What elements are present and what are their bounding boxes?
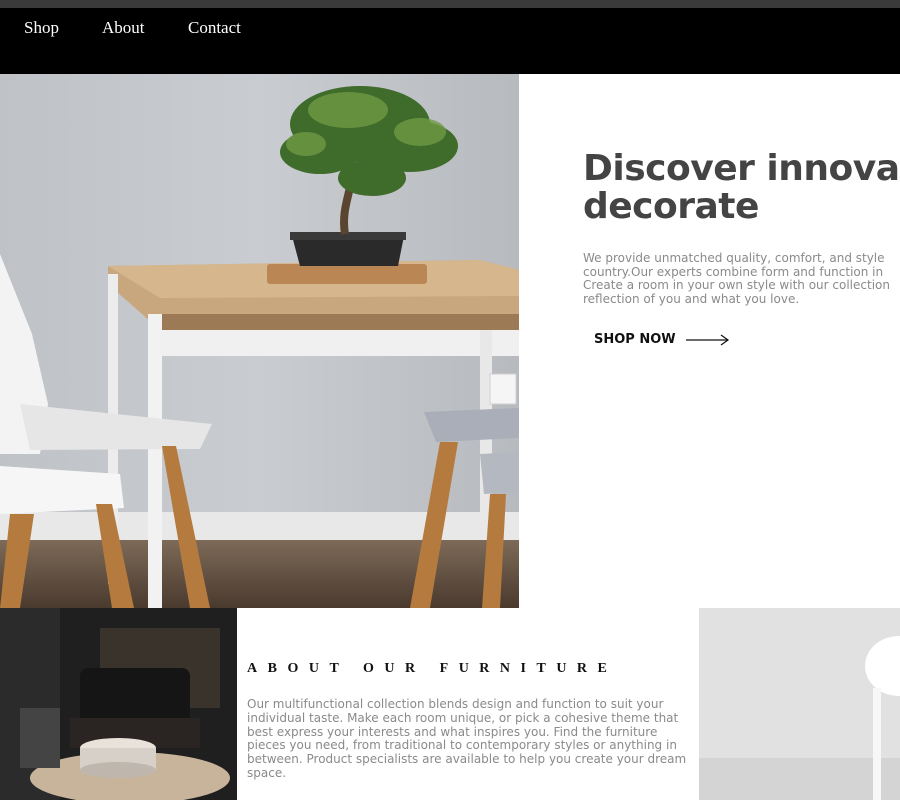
- hero-title-line2: decorate: [583, 186, 759, 227]
- hero-title: Discover innovative decorate: [583, 150, 900, 226]
- hero-image: [0, 74, 519, 608]
- armchair-image: [0, 608, 237, 800]
- shop-now-button[interactable]: SHOP NOW: [594, 332, 730, 347]
- nav-link-shop[interactable]: Shop: [24, 18, 59, 38]
- nav-link-about[interactable]: About: [102, 18, 145, 38]
- about-section: ABOUT OUR FURNITURE Our multifunctional …: [237, 608, 699, 800]
- white-chair-image: [699, 608, 900, 800]
- hero-desc-line: Create a room in your own style with our…: [583, 278, 890, 292]
- shop-now-label: SHOP NOW: [594, 332, 676, 347]
- about-text: Our multifunctional collection blends de…: [247, 697, 687, 780]
- hero-desc-line: country.Our experts combine form and fun…: [583, 264, 884, 279]
- hero-description: We provide unmatched quality, comfort, a…: [583, 251, 900, 306]
- hero-desc-line: reflection of you and what you love.: [583, 291, 800, 306]
- top-navbar: Shop About Contact: [0, 8, 900, 74]
- about-title: ABOUT OUR FURNITURE: [247, 661, 618, 676]
- browser-top-strip: [0, 0, 900, 8]
- hero-text-block: Discover innovative decorate We provide …: [583, 150, 900, 370]
- nav-link-contact[interactable]: Contact: [188, 18, 241, 38]
- hero-desc-line: We provide unmatched quality, comfort, a…: [583, 251, 885, 265]
- arrow-right-icon: [685, 334, 729, 345]
- hero-title-line1: Discover innovative: [583, 150, 900, 189]
